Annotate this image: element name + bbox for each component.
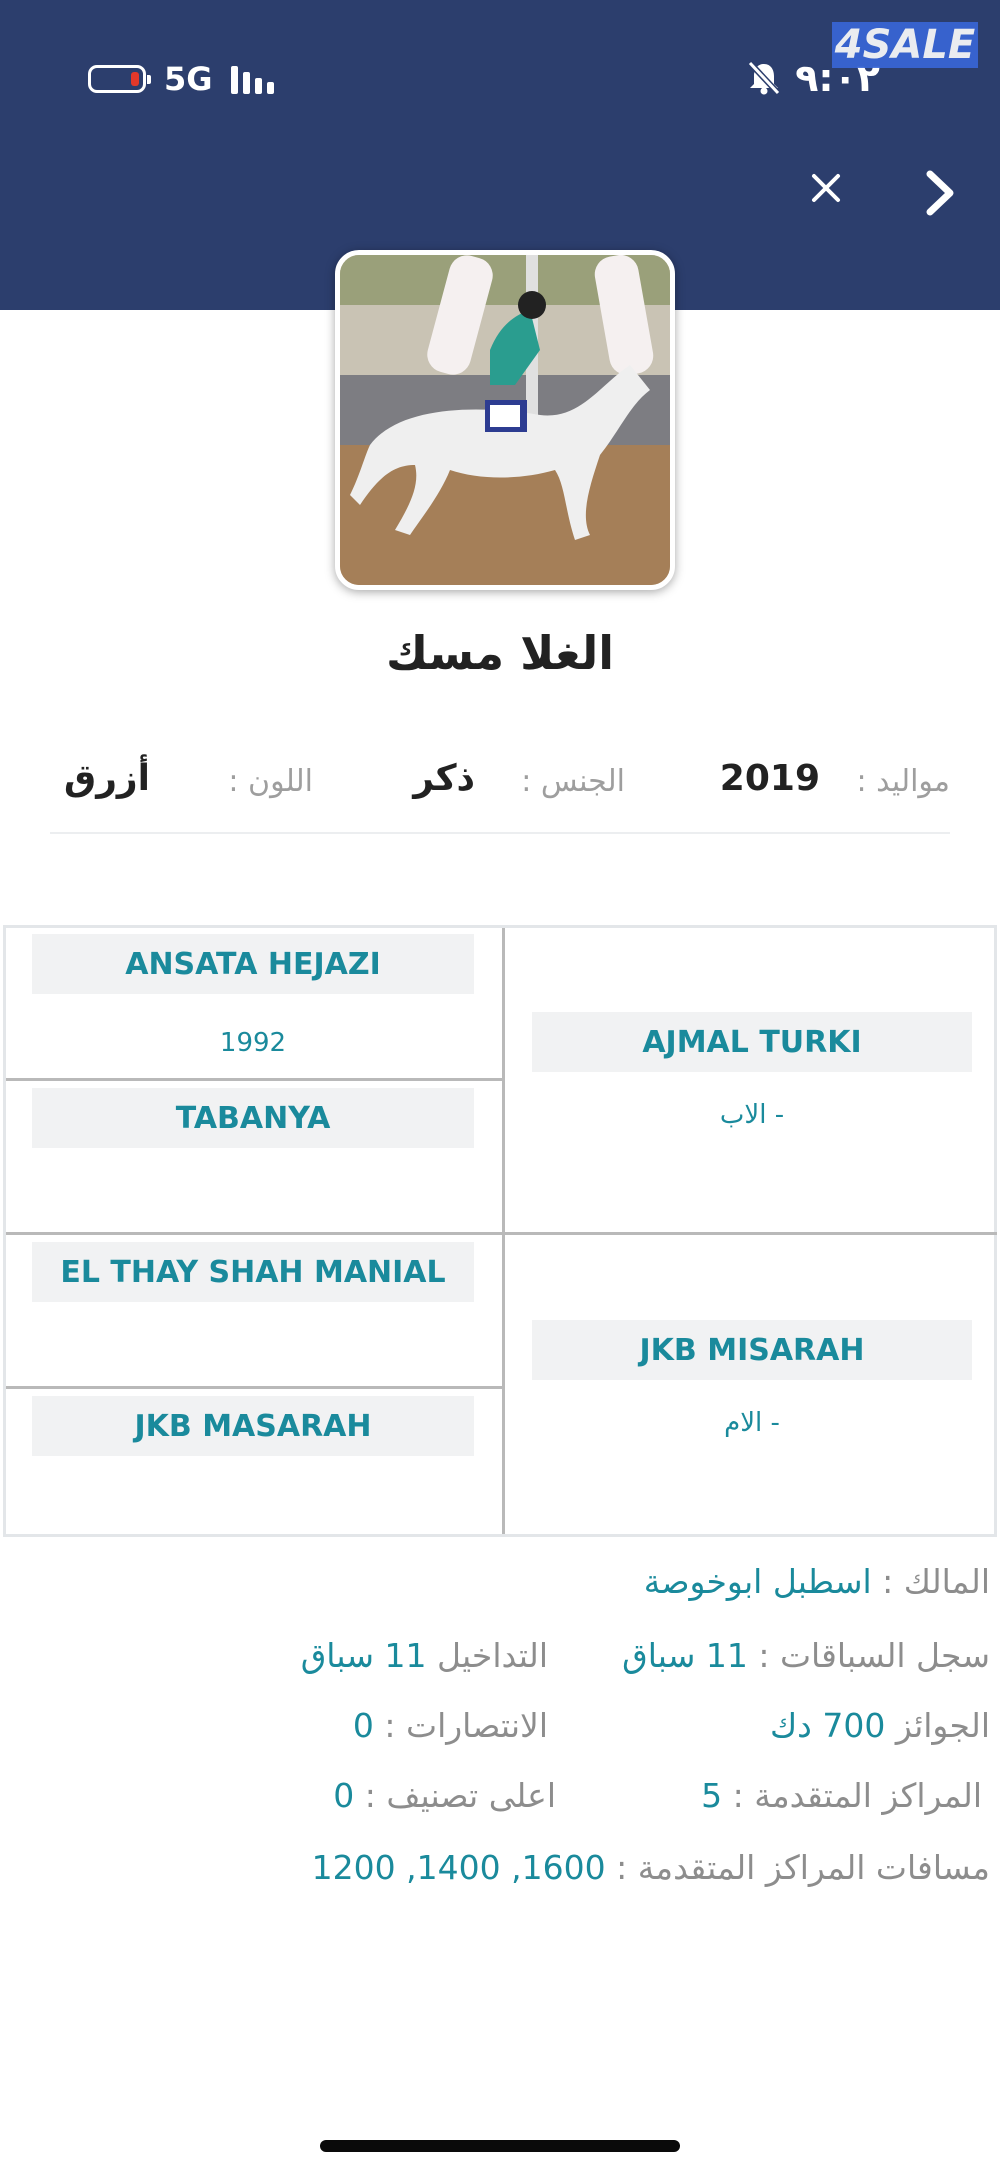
wins-value: 0 — [352, 1706, 374, 1745]
dam-dam-name[interactable]: JKB MASARAH — [32, 1396, 474, 1456]
status-bar-left: 5G — [88, 60, 274, 98]
owner-row: المالك : اسطبل ابوخوصة — [644, 1562, 990, 1601]
owner-label: المالك : — [882, 1562, 990, 1601]
sire-sire-year: 1992 — [219, 1028, 287, 1058]
bell-muted-icon — [748, 60, 781, 96]
best-rank-label: اعلى تصنيف : — [364, 1776, 556, 1815]
pedigree-divider — [6, 1386, 502, 1389]
divider — [50, 832, 950, 834]
dam-name[interactable]: JKB MISARAH — [532, 1320, 972, 1380]
prizes-label: الجوائز — [895, 1706, 990, 1745]
horse-name: الغلا مسك — [385, 626, 615, 680]
back-button[interactable] — [920, 168, 960, 218]
races-label: سجل السباقات : — [758, 1636, 990, 1675]
horse-info-row: مواليد : 2019 الجنس : ذكر اللون : أزرق — [50, 758, 950, 808]
best-rank-value: 0 — [333, 1776, 355, 1815]
sire-name[interactable]: AJMAL TURKI — [532, 1012, 972, 1072]
dam-relation: الام - — [724, 1408, 780, 1438]
top-places-row: المراكز المتقدمة : 5 — [701, 1776, 982, 1815]
races-row: سجل السباقات : 11 سباق — [622, 1636, 990, 1675]
best-rank-row: اعلى تصنيف : 0 — [333, 1776, 556, 1815]
entries-row: التداخيل 11 سباق — [301, 1636, 548, 1675]
gender-value: ذكر — [413, 758, 475, 799]
signal-icon — [230, 64, 274, 94]
pedigree-divider — [6, 1232, 997, 1235]
wins-row: الانتصارات : 0 — [353, 1706, 548, 1745]
gender-label: الجنس : — [521, 764, 625, 799]
color-label: اللون : — [228, 764, 313, 799]
close-icon — [812, 174, 840, 202]
sire-dam-name[interactable]: TABANYA — [32, 1088, 474, 1148]
prizes-row: الجوائز 700 دك — [770, 1706, 990, 1745]
network-label: 5G — [164, 60, 213, 98]
birth-label: مواليد : — [856, 764, 951, 799]
pedigree-table: AJMAL TURKI الاب - ANSATA HEJAZI 1992 TA… — [3, 925, 997, 1537]
entries-label: التداخيل — [436, 1636, 548, 1675]
sire-relation: الاب - — [719, 1100, 785, 1130]
prizes-value: 700 دك — [769, 1706, 886, 1745]
distances-value: 1600, 1400, 1200 — [311, 1848, 606, 1887]
entries-value: 11 سباق — [300, 1636, 427, 1675]
top-places-value: 5 — [701, 1776, 723, 1815]
color-value: أزرق — [64, 758, 150, 799]
owner-value[interactable]: اسطبل ابوخوصة — [644, 1562, 872, 1601]
pedigree-divider — [6, 1078, 502, 1081]
pedigree-divider — [502, 928, 505, 1534]
horse-photo — [335, 250, 675, 590]
chevron-right-icon — [926, 170, 954, 216]
races-value: 11 سباق — [622, 1636, 748, 1675]
top-places-label: المراكز المتقدمة : — [732, 1776, 982, 1815]
home-indicator[interactable] — [320, 2140, 680, 2152]
close-button[interactable] — [806, 168, 846, 208]
distances-row: مسافات المراكز المتقدمة : 1600, 1400, 12… — [312, 1848, 990, 1887]
wins-label: الانتصارات : — [384, 1706, 548, 1745]
birth-value: 2019 — [719, 758, 820, 799]
distances-label: مسافات المراكز المتقدمة : — [616, 1848, 990, 1887]
brand-logo: 4SALE — [832, 22, 978, 68]
sire-sire-name[interactable]: ANSATA HEJAZI — [32, 934, 474, 994]
dam-sire-name[interactable]: EL THAY SHAH MANIAL — [32, 1242, 474, 1302]
battery-icon — [88, 65, 151, 93]
